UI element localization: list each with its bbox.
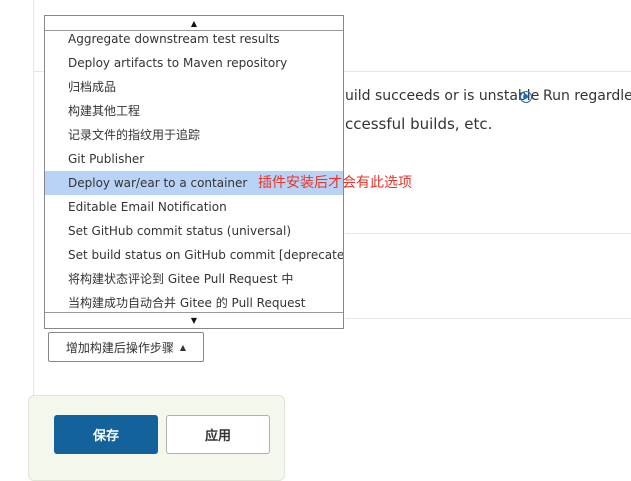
plugin-annotation: 插件安装后才会有此选项 xyxy=(258,175,412,191)
list-item[interactable]: Git Publisher xyxy=(45,147,343,171)
scroll-down-arrow-icon[interactable]: ▼ xyxy=(45,312,343,328)
list-item[interactable]: Set build status on GitHub commit [depre… xyxy=(45,243,343,267)
list-item[interactable]: 归档成品 xyxy=(45,75,343,99)
section-divider xyxy=(345,318,631,319)
add-post-build-step-button[interactable]: 增加构建后操作步骤 ▲ xyxy=(48,332,204,362)
list-item[interactable]: 当构建成功自动合并 Gitee 的 Pull Request xyxy=(45,291,343,314)
section-divider xyxy=(345,233,631,234)
add-step-label: 增加构建后操作步骤 xyxy=(65,340,174,355)
list-item[interactable]: 将构建状态评论到 Gitee Pull Request 中 xyxy=(45,267,343,291)
list-item[interactable]: Editable Email Notification xyxy=(45,195,343,219)
list-item[interactable]: Deploy artifacts to Maven repository xyxy=(45,51,343,75)
run-regardless-label[interactable]: Run regardless xyxy=(543,88,631,104)
apply-button[interactable]: 应用 xyxy=(166,415,270,454)
trigger-condition-text: uild succeeds or is unstable xyxy=(345,88,540,104)
save-button[interactable]: 保存 xyxy=(54,415,158,454)
description-text: ccessful builds, etc. xyxy=(345,115,493,133)
list-item[interactable]: Set GitHub commit status (universal) xyxy=(45,219,343,243)
list-item[interactable]: Aggregate downstream test results xyxy=(45,30,343,51)
list-item[interactable]: 记录文件的指纹用于追踪 xyxy=(45,123,343,147)
caret-up-icon: ▲ xyxy=(179,342,187,352)
scroll-up-arrow-icon[interactable]: ▲ xyxy=(45,16,343,31)
run-regardless-radio[interactable] xyxy=(520,91,532,103)
list-item[interactable]: 构建其他工程 xyxy=(45,99,343,123)
